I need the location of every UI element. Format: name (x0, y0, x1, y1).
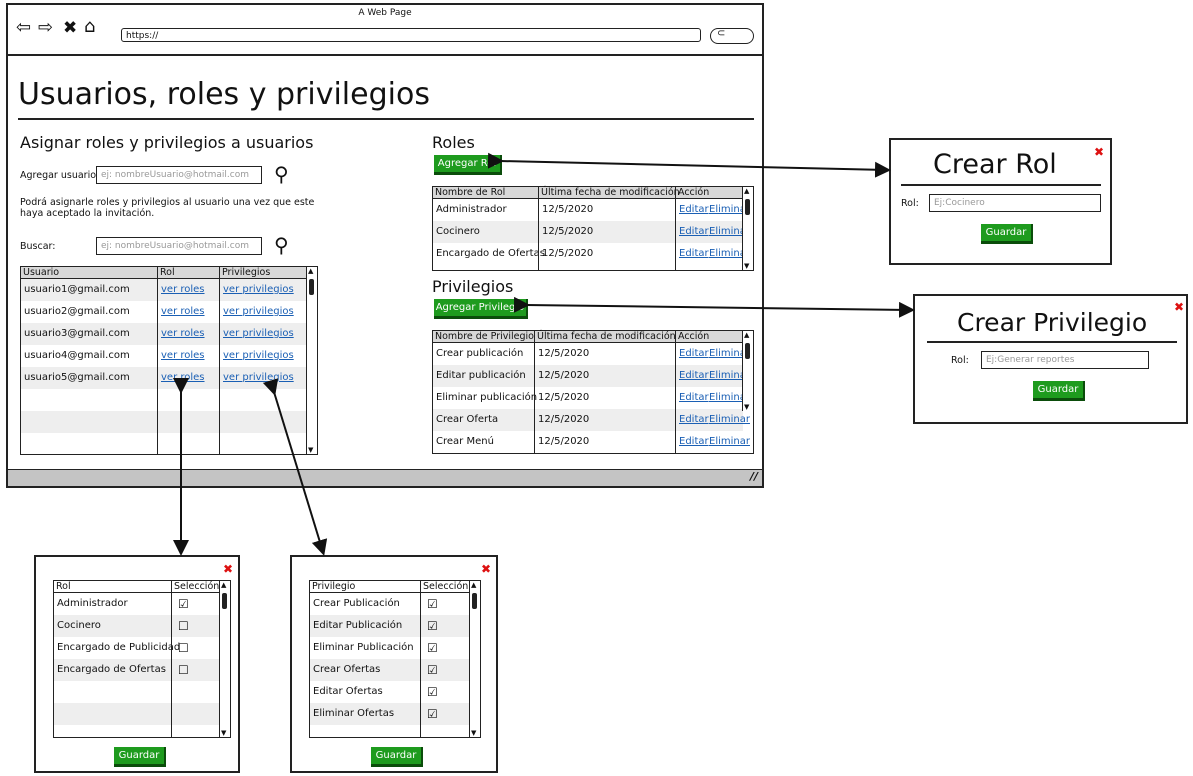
arrow-privilege-to-create-privilege (513, 296, 915, 318)
arrow-role-to-create-role (487, 152, 891, 178)
arrow-privileges-link-to-dialog (262, 378, 328, 556)
connector-arrows (173, 152, 915, 556)
